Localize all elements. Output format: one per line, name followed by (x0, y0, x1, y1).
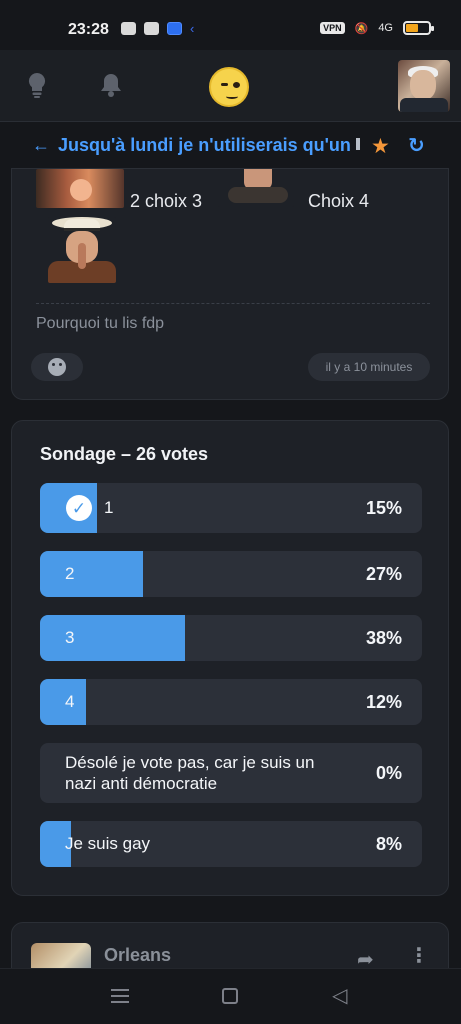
poll-option-6[interactable]: Je suis gay 8% (40, 821, 422, 867)
home-icon[interactable] (222, 988, 238, 1004)
status-left-icons: ‹ (121, 22, 200, 35)
poll-bar-fill (40, 615, 186, 661)
poll-option-percent: 27% (365, 563, 402, 584)
post-image-1[interactable] (36, 169, 124, 208)
more-vertical-icon[interactable]: ⋮ (409, 943, 429, 968)
post-divider (36, 303, 430, 304)
post-text-choice-2-3: 2 choix 3 (130, 191, 203, 211)
poll-option-label: 3 (65, 628, 75, 648)
battery-icon (403, 21, 434, 35)
profile-avatar[interactable] (398, 60, 450, 112)
mute-icon: 🔕 (354, 22, 369, 35)
refresh-icon[interactable]: ↻ (408, 133, 425, 158)
post-timestamp: il y a 10 minutes (308, 353, 430, 381)
status-right-icons: VPN 🔕 4G (320, 21, 434, 35)
poll-option-5[interactable]: Désolé je vote pas, car je suis un nazi … (40, 743, 422, 803)
topic-title: Jusqu'à lundi je n'utiliserais qu'un (58, 135, 351, 155)
recent-apps-icon[interactable] (111, 989, 129, 1003)
post-caption: Pourquoi tu lis fdp (36, 315, 165, 332)
poll-option-percent: 38% (365, 627, 402, 648)
poll-title: Sondage – 26 votes (40, 444, 209, 464)
poll-option-label: 1 (104, 498, 114, 518)
poll-option-4[interactable]: 4 12% (40, 679, 422, 725)
poll-option-1[interactable]: ✓ 1 15% (40, 483, 422, 533)
vpn-badge: VPN (320, 22, 345, 34)
status-bar: 23:28 ‹ VPN 🔕 4G (0, 0, 461, 50)
checkmark-icon: ✓ (66, 495, 92, 521)
back-triangle-icon[interactable]: ◁ (332, 983, 347, 1008)
poll-bar-fill (40, 551, 144, 597)
bell-icon[interactable] (98, 72, 124, 98)
discord-icon (121, 22, 136, 35)
post-text-choice-4: Choix 4 (308, 191, 370, 211)
status-time: 23:28 (68, 21, 109, 38)
arrow-left-icon[interactable]: ← (32, 135, 50, 156)
wireless-icon (167, 22, 182, 35)
poll-bar-fill (40, 679, 86, 725)
poll-option-percent: 0% (375, 762, 402, 783)
poll-option-label: Désolé je vote pas, car je suis un nazi … (65, 752, 315, 793)
poll-option-label: Je suis gay (65, 834, 151, 854)
text-caret (356, 138, 360, 150)
poll-option-3[interactable]: 3 38% (40, 615, 422, 661)
poll-option-percent: 12% (365, 691, 402, 712)
poll-option-percent: 8% (375, 833, 402, 854)
next-post-name[interactable]: Orleans (104, 945, 171, 966)
poll-option-label: 4 (65, 692, 75, 712)
lightbulb-icon[interactable] (24, 72, 50, 98)
chevron-left-icon: ‹ (190, 21, 195, 36)
network-label: 4G (378, 22, 393, 34)
poll-option-label: 2 (65, 564, 75, 584)
smiley-icon (48, 358, 66, 376)
post-image-3[interactable] (48, 217, 116, 283)
topic-title-bar: ← Jusqu'à lundi je n'utiliserais qu'un ★… (0, 123, 461, 169)
top-nav-bar (0, 50, 461, 122)
broom-icon (144, 22, 159, 35)
post-card: 2 choix 3 Choix 4 Pourquoi tu lis fdp il… (11, 168, 449, 400)
smirk-emoji-icon[interactable] (209, 67, 249, 107)
poll-card: Sondage – 26 votes ✓ 1 15% 2 27% 3 38% 4… (11, 420, 449, 896)
poll-option-percent: 15% (365, 497, 402, 518)
star-icon[interactable]: ★ (371, 134, 390, 159)
post-image-2[interactable] (218, 169, 294, 207)
system-nav-bar: ◁ (0, 968, 461, 1024)
poll-option-2[interactable]: 2 27% (40, 551, 422, 597)
reaction-button[interactable] (31, 353, 83, 381)
